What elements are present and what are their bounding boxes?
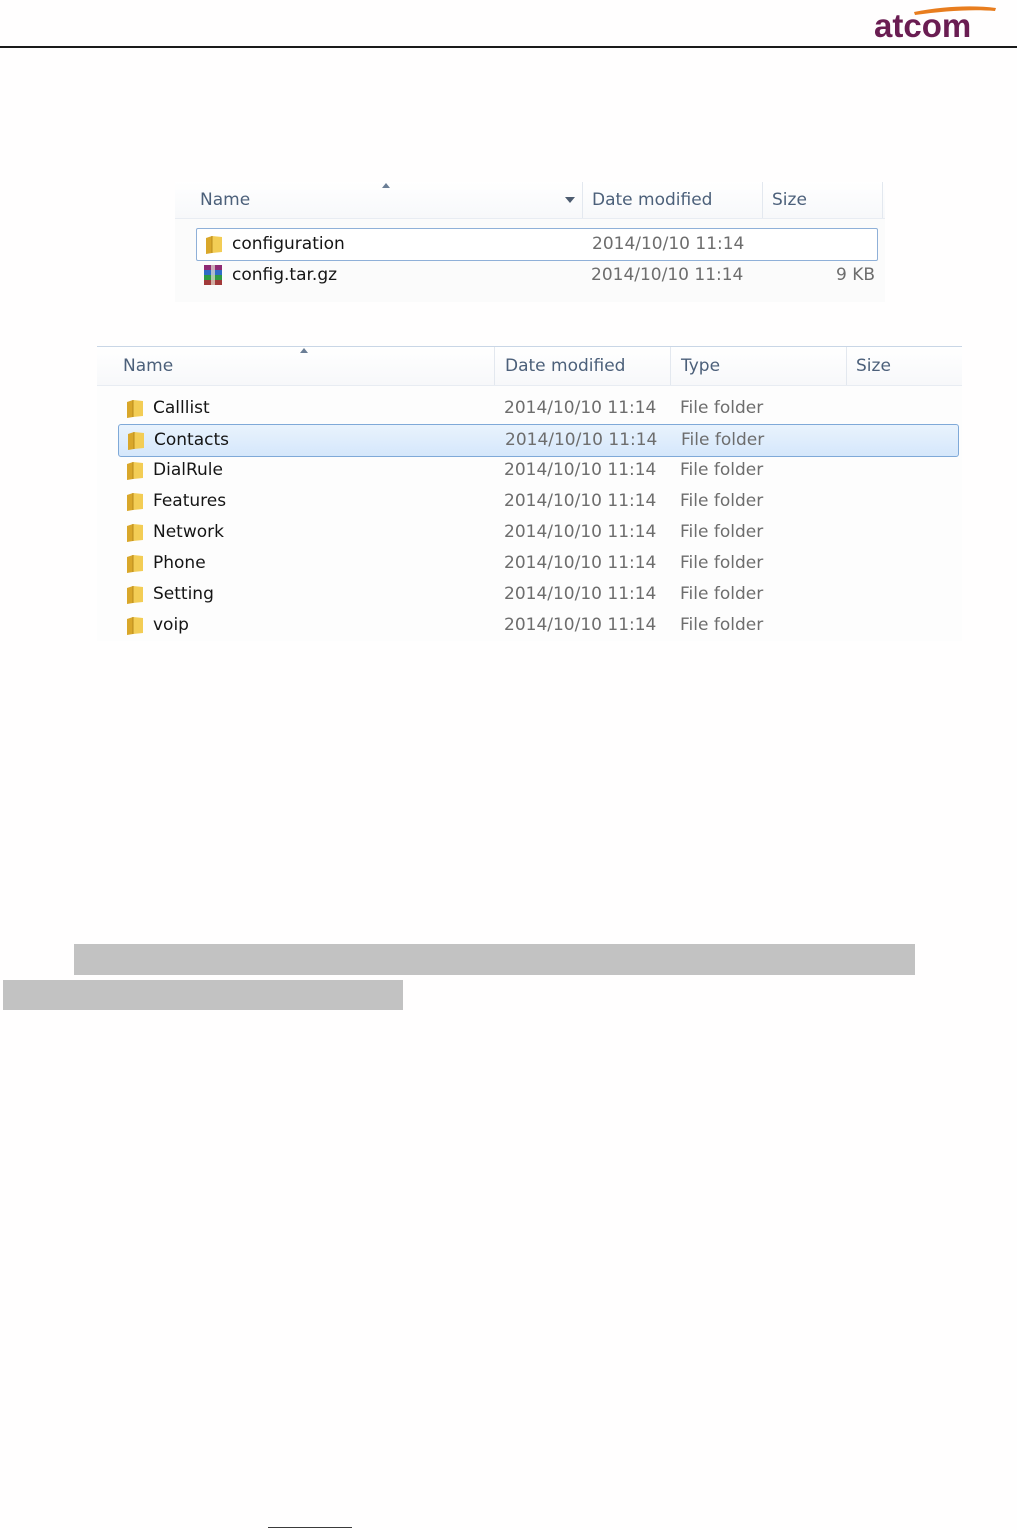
folder-date: 2014/10/10 11:14 [504,460,657,480]
atcom-logo: atcom [874,6,996,44]
archive-icon [204,265,222,285]
file-list-top: Name Date modified Size configuration 20… [175,182,885,302]
folder-row[interactable]: Contacts 2014/10/10 11:14 File folder [118,424,959,457]
file-list-configuration: Name Date modified Type Size Calllist 201… [97,346,962,641]
column-header-bar: Name Date modified Size [175,182,885,219]
column-separator[interactable] [494,347,495,385]
folder-row[interactable]: DialRule 2014/10/10 11:14 File folder [118,455,959,486]
folder-icon [206,236,222,254]
folder-type: File folder [680,398,764,418]
dropdown-arrow-icon[interactable] [565,197,575,203]
column-date-header[interactable]: Date modified [592,182,712,218]
folder-date: 2014/10/10 11:14 [505,430,658,450]
folder-type: File folder [680,460,764,480]
logo-text: atcom [874,7,971,44]
file-row-config-archive[interactable]: config.tar.gz 2014/10/10 11:14 9 KB [196,260,878,291]
folder-type: File folder [680,522,764,542]
column-size-header[interactable]: Size [856,347,891,383]
folder-icon [127,493,143,511]
folder-name: Calllist [153,398,210,418]
folder-date: 2014/10/10 11:14 [504,615,657,635]
file-row-configuration[interactable]: configuration 2014/10/10 11:14 [196,228,878,261]
redacted-text-bar [74,944,915,975]
folder-name: voip [153,615,189,635]
folder-type: File folder [680,553,764,573]
file-size: 9 KB [836,265,876,285]
footer-underline [268,1527,352,1528]
file-date: 2014/10/10 11:14 [591,265,744,285]
file-date: 2014/10/10 11:14 [592,234,745,254]
column-name-header[interactable]: Name [123,347,173,383]
folder-name: Network [153,522,224,542]
column-type-header[interactable]: Type [681,347,720,383]
folder-name: Setting [153,584,214,604]
folder-type: File folder [681,430,765,450]
file-name: configuration [232,234,345,254]
folder-type: File folder [680,584,764,604]
folder-icon [128,432,144,450]
sort-ascending-icon [382,183,390,188]
folder-name: Features [153,491,227,511]
folder-icon [127,586,143,604]
column-date-header[interactable]: Date modified [505,347,625,383]
folder-type: File folder [680,491,764,511]
header-divider [0,46,1017,48]
folder-row[interactable]: Setting 2014/10/10 11:14 File folder [118,579,959,610]
folder-date: 2014/10/10 11:14 [504,491,657,511]
redacted-text-bar [3,980,403,1010]
folder-date: 2014/10/10 11:14 [504,522,657,542]
folder-name: Contacts [154,430,229,450]
folder-icon [127,400,143,418]
folder-row[interactable]: Phone 2014/10/10 11:14 File folder [118,548,959,579]
column-size-header[interactable]: Size [772,182,807,218]
folder-icon [127,462,143,480]
folder-type: File folder [680,615,764,635]
sort-ascending-icon [300,348,308,353]
column-separator[interactable] [762,182,763,218]
column-separator[interactable] [846,347,847,385]
folder-date: 2014/10/10 11:14 [504,398,657,418]
folder-icon [127,617,143,635]
column-name-header[interactable]: Name [200,182,250,218]
column-separator[interactable] [670,347,671,385]
folder-date: 2014/10/10 11:14 [504,553,657,573]
folder-row[interactable]: voip 2014/10/10 11:14 File folder [118,610,959,641]
folder-row[interactable]: Features 2014/10/10 11:14 File folder [118,486,959,517]
folder-name: DialRule [153,460,223,480]
folder-icon [127,524,143,542]
column-header-bar: Name Date modified Type Size [97,347,962,386]
folder-date: 2014/10/10 11:14 [504,584,657,604]
folder-row[interactable]: Calllist 2014/10/10 11:14 File folder [118,393,959,424]
file-name: config.tar.gz [232,265,338,285]
column-separator[interactable] [882,182,883,218]
column-separator[interactable] [582,182,583,218]
folder-icon [127,555,143,573]
folder-name: Phone [153,553,206,573]
folder-row[interactable]: Network 2014/10/10 11:14 File folder [118,517,959,548]
